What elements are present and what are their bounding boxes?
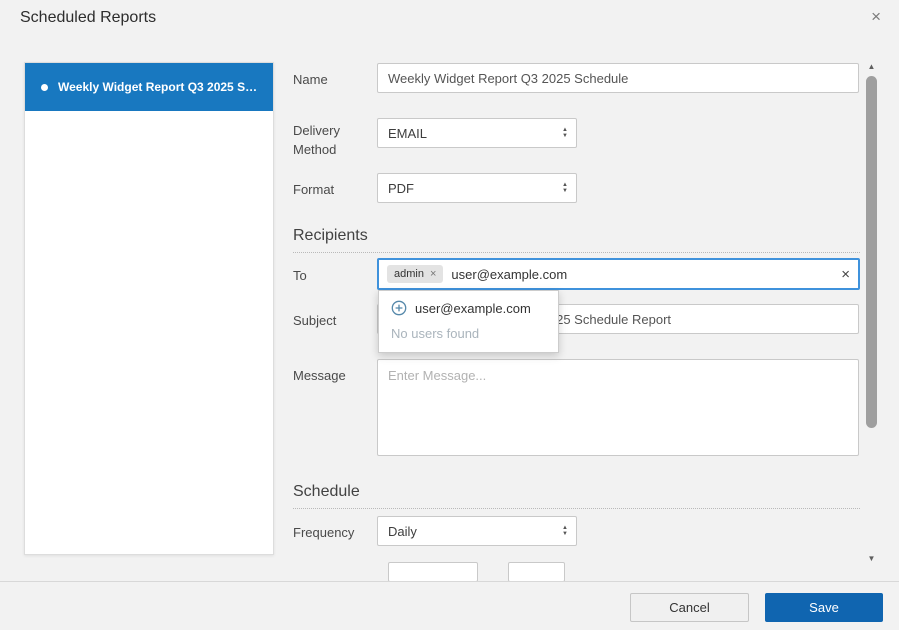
subject-label: Subject — [293, 312, 369, 331]
meridiem-field-partial[interactable] — [508, 562, 565, 582]
name-input[interactable] — [377, 63, 859, 93]
format-select[interactable]: PDF ▲▼ — [377, 173, 577, 203]
schedule-heading: Schedule — [293, 483, 860, 509]
delivery-method-value: EMAIL — [388, 126, 427, 141]
scroll-up-icon[interactable]: ▲ — [864, 62, 879, 71]
delivery-method-label: Delivery Method — [293, 122, 369, 160]
frequency-select[interactable]: Daily ▲▼ — [377, 516, 577, 546]
recipients-heading: Recipients — [293, 227, 860, 253]
scheduled-reports-dialog: Scheduled Reports × Weekly Widget Report… — [0, 0, 899, 630]
select-arrows-icon: ▲▼ — [562, 525, 568, 537]
add-recipient-label: user@example.com — [415, 301, 531, 316]
recipient-suggestion-dropdown: user@example.com No users found — [378, 290, 559, 353]
select-arrows-icon: ▲▼ — [562, 127, 568, 139]
to-typed-text[interactable]: user@example.com — [451, 267, 835, 282]
form-scrollbar[interactable]: ▲ ▼ — [864, 60, 879, 574]
dialog-footer: Cancel Save — [0, 581, 899, 630]
report-list-item[interactable]: Weekly Widget Report Q3 2025 Schedule — [25, 63, 273, 111]
to-label: To — [293, 267, 369, 286]
format-value: PDF — [388, 181, 414, 196]
dialog-title: Scheduled Reports — [20, 9, 156, 27]
cancel-button[interactable]: Cancel — [630, 593, 749, 622]
save-button[interactable]: Save — [765, 593, 883, 622]
scrollbar-thumb[interactable] — [866, 76, 877, 428]
frequency-value: Daily — [388, 524, 417, 539]
bullet-icon — [41, 84, 48, 91]
close-icon[interactable]: × — [871, 8, 881, 25]
message-textarea[interactable] — [377, 359, 859, 456]
time-field-partial[interactable] — [388, 562, 478, 582]
scroll-down-icon[interactable]: ▼ — [864, 554, 879, 563]
add-circle-icon — [391, 300, 407, 316]
format-label: Format — [293, 181, 369, 200]
report-item-label: Weekly Widget Report Q3 2025 Schedule — [58, 80, 259, 94]
recipient-tag-label: admin — [394, 268, 424, 280]
report-list: Weekly Widget Report Q3 2025 Schedule — [24, 62, 274, 555]
select-arrows-icon: ▲▼ — [562, 182, 568, 194]
name-label: Name — [293, 71, 369, 90]
recipient-tag: admin × — [387, 265, 443, 283]
delivery-method-select[interactable]: EMAIL ▲▼ — [377, 118, 577, 148]
remove-tag-icon[interactable]: × — [430, 268, 436, 280]
no-users-found-text: No users found — [379, 322, 558, 352]
to-recipients-input[interactable]: admin × user@example.com × — [377, 258, 860, 290]
frequency-label: Frequency — [293, 524, 369, 543]
message-label: Message — [293, 367, 369, 386]
clear-input-icon[interactable]: × — [841, 266, 850, 283]
add-recipient-option[interactable]: user@example.com — [379, 291, 558, 322]
